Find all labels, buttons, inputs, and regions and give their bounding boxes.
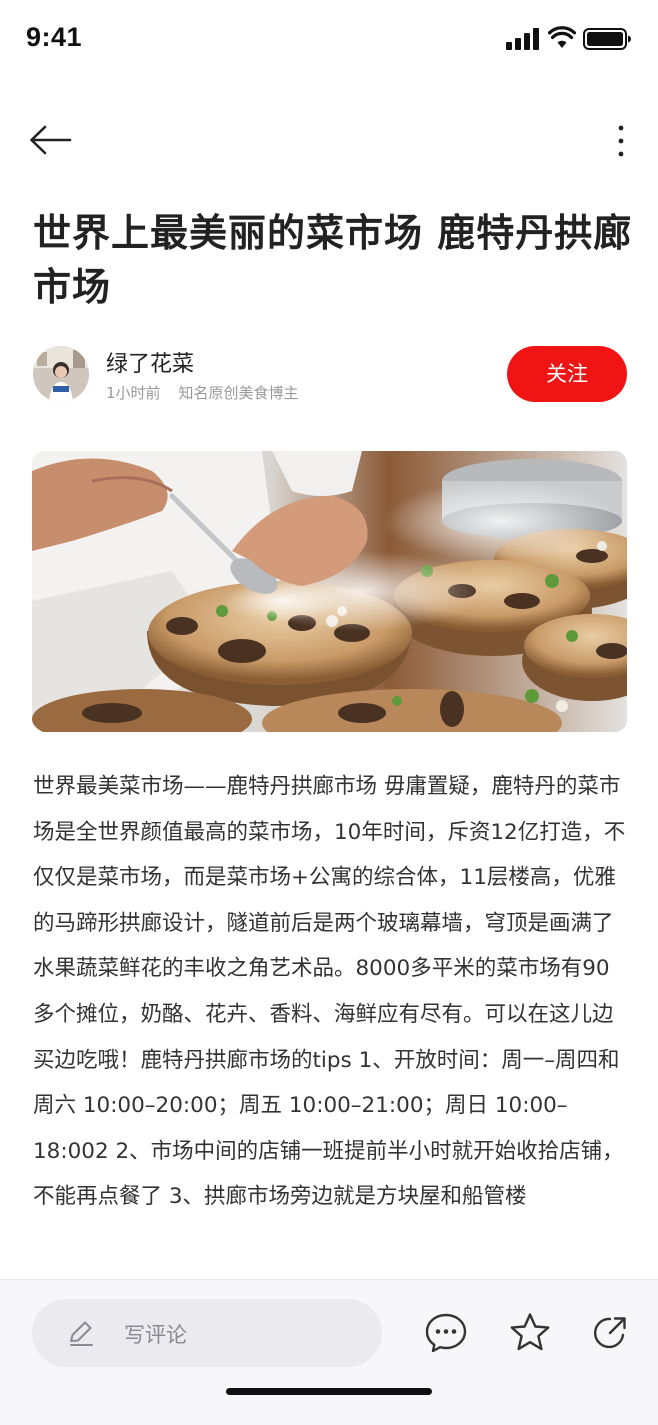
avatar[interactable]: [33, 346, 89, 402]
share-icon[interactable]: [587, 1310, 633, 1356]
author-meta: 1小时前 知名原创美食博主: [106, 382, 299, 403]
home-indicator: [226, 1388, 432, 1395]
wifi-icon: [548, 26, 576, 48]
comment-input[interactable]: 写评论: [32, 1299, 382, 1367]
article-hero-image: [32, 451, 627, 732]
follow-button[interactable]: 关注: [507, 346, 627, 402]
comment-placeholder: 写评论: [124, 1323, 187, 1347]
more-vertical-icon[interactable]: [604, 122, 638, 162]
author-name[interactable]: 绿了花菜: [106, 346, 194, 378]
author-row: 绿了花菜 1小时前 知名原创美食博主 关注: [0, 344, 658, 406]
signal-icon: [506, 28, 542, 50]
status-time: 9:41: [26, 22, 83, 52]
battery-icon: [583, 28, 631, 50]
pen-icon: [70, 1321, 93, 1346]
article-body: 世界最美菜市场——鹿特丹拱廊市场 毋庸置疑，鹿特丹的菜市场是全世界颜值最高的菜市…: [33, 774, 626, 1210]
status-bar: 9:41: [0, 0, 658, 80]
nav-bar: [0, 110, 658, 170]
post-time: 1小时前: [106, 384, 161, 402]
arrow-left-icon[interactable]: [26, 120, 74, 160]
author-description: 知名原创美食博主: [178, 384, 299, 402]
comment-icon[interactable]: [423, 1310, 469, 1356]
star-icon[interactable]: [507, 1310, 553, 1356]
bottom-action-bar: 写评论: [0, 1279, 658, 1425]
article-title: 世界上最美丽的菜市场 鹿特丹拱廊市场: [33, 211, 633, 309]
